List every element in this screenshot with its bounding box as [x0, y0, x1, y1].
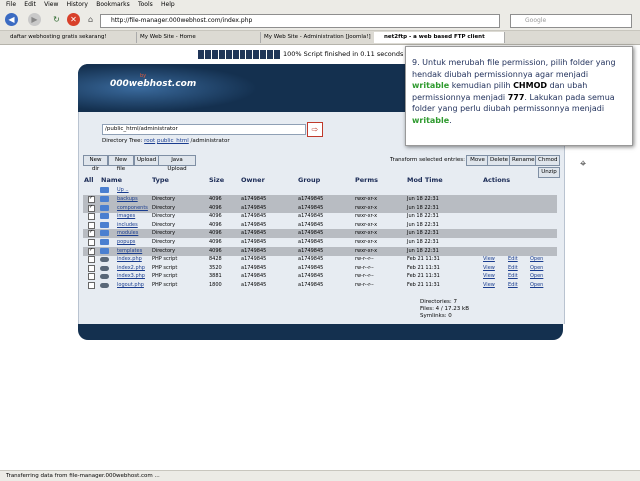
file-group: a1749845	[298, 282, 324, 288]
row-checkbox[interactable]	[88, 195, 95, 203]
folder-icon	[100, 239, 109, 245]
instruction-callout: 9. Untuk merubah file permission, pilih …	[405, 46, 633, 146]
menu-edit[interactable]: Edit	[24, 0, 36, 10]
menu-bookmarks[interactable]: Bookmarks	[96, 0, 130, 10]
row-checkbox[interactable]	[88, 256, 95, 264]
header-mod-time[interactable]: Mod Time	[407, 176, 443, 184]
progress-bar	[198, 50, 281, 59]
table-row-up[interactable]: Up ..	[83, 186, 557, 195]
menu-tools[interactable]: Tools	[138, 0, 153, 10]
url-bar[interactable]: http://file-manager.000webhost.com/index…	[100, 14, 500, 28]
stats-directories: Directories: 7	[420, 299, 457, 305]
file-mod-time: Feb 21 11:31	[407, 282, 440, 288]
home-icon[interactable]: ⌂	[84, 13, 97, 26]
go-directory-icon[interactable]: ⇨	[307, 122, 323, 137]
action-edit-link[interactable]: Edit	[508, 281, 518, 290]
stats-symlinks: Symlinks: 0	[420, 313, 452, 319]
folder-icon	[100, 247, 109, 254]
status-text: Transferring data from file-manager.000w…	[6, 473, 160, 479]
php-file-icon	[100, 265, 109, 271]
tab-webhosting[interactable]: daftar webhosting gratis sekarang!	[0, 32, 137, 43]
row-checkbox[interactable]	[88, 247, 95, 255]
folder-icon	[100, 221, 109, 228]
tab-joomla-admin[interactable]: My Web Site - Administration [Joomla!]	[254, 32, 381, 43]
tree-label: Directory Tree:	[102, 138, 143, 144]
tab-bar: daftar webhosting gratis sekarang! My We…	[0, 31, 640, 45]
header-perms[interactable]: Perms	[355, 176, 378, 184]
header-name[interactable]: Name	[101, 176, 122, 184]
directory-path-input[interactable]: /public_html/administrator	[102, 124, 306, 135]
menu-history[interactable]: History	[67, 0, 88, 10]
logo: 000webhost.com	[110, 79, 197, 89]
file-name[interactable]: logout.php	[117, 281, 144, 290]
row-checkbox[interactable]	[88, 221, 95, 229]
app-footer	[78, 324, 563, 340]
row-checkbox[interactable]	[88, 264, 95, 272]
unzip-button[interactable]: Unzip	[538, 167, 560, 178]
header-owner[interactable]: Owner	[241, 176, 265, 184]
table-row[interactable]: logout.php PHP script 1800 a1749845 a1749845…	[83, 281, 557, 290]
action-open-link[interactable]: Open	[530, 281, 543, 290]
back-icon[interactable]: ◀	[5, 13, 18, 26]
mouse-cursor-icon: ⌖	[580, 157, 587, 170]
row-checkbox[interactable]	[88, 229, 95, 238]
chmod-button[interactable]: Chmod	[535, 155, 560, 166]
forward-icon[interactable]: ▶	[28, 13, 41, 26]
new-file-button[interactable]: New file	[108, 155, 134, 172]
status-bar: Transferring data from file-manager.000w…	[0, 470, 640, 481]
file-size: 1800	[209, 282, 222, 288]
php-file-icon	[100, 283, 109, 288]
progress-text: 100% Script finished in 0.11 seconds	[283, 50, 404, 58]
tab-my-web-site-home[interactable]: My Web Site - Home	[130, 32, 261, 43]
folder-icon	[100, 213, 109, 220]
header-all[interactable]: All	[84, 176, 94, 184]
delete-button[interactable]: Delete	[487, 155, 511, 166]
directory-stats: Directories: 7 Files: 4 / 17.23 kB Symli…	[420, 299, 469, 320]
new-dir-button[interactable]: New dir	[83, 155, 108, 172]
php-file-icon	[100, 274, 109, 280]
java-upload-button[interactable]: Java Upload	[158, 155, 196, 172]
tree-public-html-link[interactable]: public_html	[157, 138, 189, 144]
move-button[interactable]: Move	[466, 155, 489, 166]
file-type: PHP script	[152, 282, 178, 288]
folder-icon	[100, 204, 109, 211]
row-checkbox[interactable]	[88, 273, 95, 281]
url-text: http://file-manager.000webhost.com/index…	[111, 17, 253, 24]
menu-view[interactable]: View	[44, 0, 58, 10]
transform-label: Transform selected entries:	[390, 157, 465, 163]
search-placeholder: Google	[525, 17, 547, 24]
reload-icon[interactable]: ↻	[50, 13, 63, 26]
action-view-link[interactable]: View	[483, 281, 495, 290]
callout-text: 9. Untuk merubah file permission, pilih …	[412, 58, 616, 125]
rename-button[interactable]: Rename	[509, 155, 537, 166]
header-actions: Actions	[483, 176, 511, 184]
folder-up-icon	[100, 187, 109, 193]
tree-root-link[interactable]: root	[144, 138, 155, 144]
header-type[interactable]: Type	[152, 176, 169, 184]
file-owner: a1749845	[241, 282, 267, 288]
tree-current: /administrator	[190, 138, 230, 144]
php-file-icon	[100, 257, 109, 263]
row-checkbox[interactable]	[88, 282, 95, 289]
row-checkbox[interactable]	[88, 239, 95, 246]
directory-tree-breadcrumb: Directory Tree: root public_html /admini…	[102, 138, 230, 144]
file-perms: rw-r--r--	[355, 282, 374, 288]
folder-icon	[100, 196, 109, 202]
stop-icon[interactable]: ✕	[67, 13, 80, 26]
row-checkbox[interactable]	[88, 213, 95, 221]
row-checkbox[interactable]	[88, 204, 95, 212]
header-group[interactable]: Group	[298, 176, 320, 184]
upload-button[interactable]: Upload	[134, 155, 159, 166]
tab-net2ftp[interactable]: net2ftp - a web based FTP client	[374, 32, 505, 43]
menu-file[interactable]: File	[6, 0, 16, 10]
up-link[interactable]: Up ..	[117, 186, 129, 195]
folder-icon	[100, 230, 109, 237]
stats-files: Files: 4 / 17.23 kB	[420, 306, 469, 312]
menu-bar: File Edit View History Bookmarks Tools H…	[0, 0, 640, 10]
menu-help[interactable]: Help	[161, 0, 175, 10]
header-size[interactable]: Size	[209, 176, 224, 184]
search-input[interactable]: Google	[510, 14, 632, 28]
